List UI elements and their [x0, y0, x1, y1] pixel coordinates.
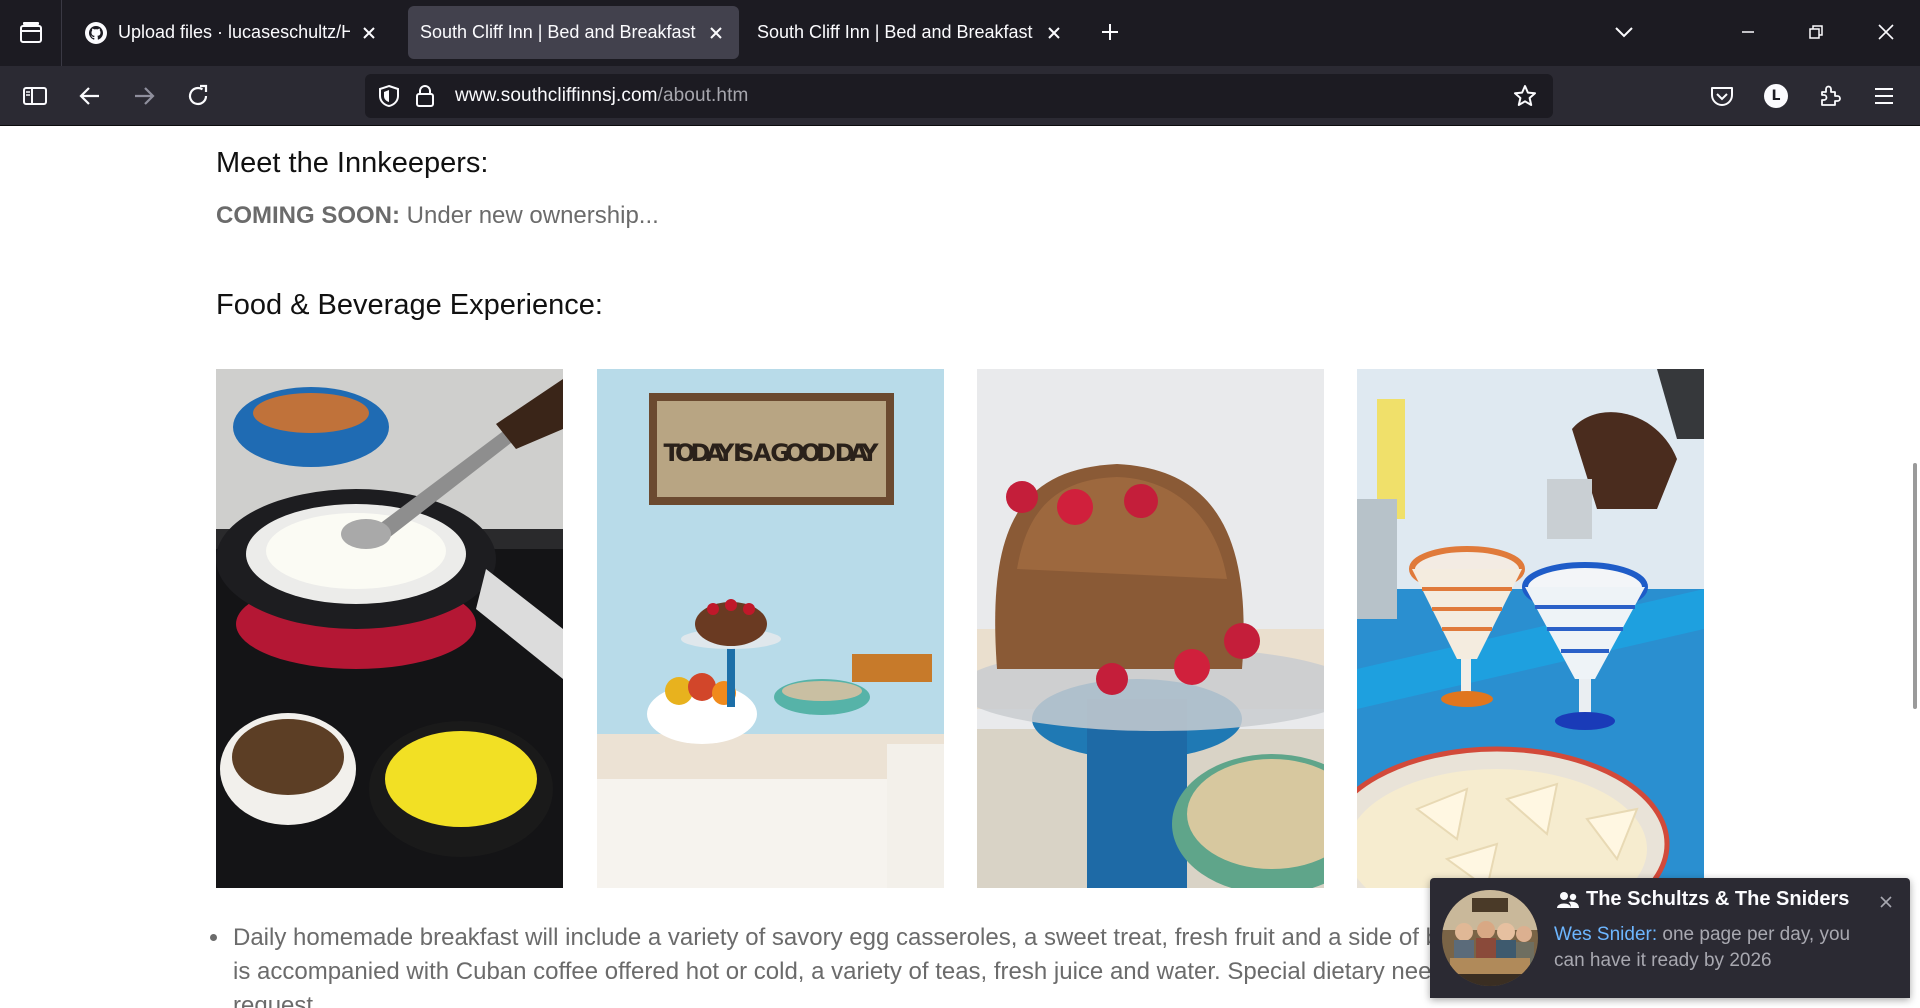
reload-icon — [188, 84, 208, 106]
coming-soon-body: Under new ownership... — [400, 202, 659, 229]
forward-button[interactable] — [126, 78, 162, 114]
close-icon — [1048, 26, 1060, 39]
close-window-button[interactable] — [1870, 16, 1902, 48]
navigation-toolbar: www.southcliffinnsj.com/about.htm L — [0, 66, 1920, 126]
firefox-view-icon — [19, 22, 42, 43]
sidebar-toggle-button[interactable] — [17, 78, 53, 114]
notification-title: The Schultzs & The Sniders — [1556, 888, 1849, 911]
minimize-button[interactable] — [1732, 16, 1764, 48]
close-icon — [710, 26, 722, 39]
firefox-view-button[interactable] — [0, 0, 62, 66]
extensions-button[interactable] — [1812, 78, 1848, 114]
url-text[interactable]: www.southcliffinnsj.com/about.htm — [455, 85, 748, 107]
new-tab-button[interactable] — [1094, 16, 1126, 48]
tab-title: South Cliff Inn | Bed and Breakfast | In… — [757, 22, 1035, 42]
minimize-icon — [1742, 31, 1754, 33]
account-button[interactable]: L — [1758, 78, 1794, 114]
food-beverage-heading: Food & Beverage Experience: — [216, 289, 603, 321]
plus-icon — [1102, 24, 1118, 40]
tab-south-cliff-active[interactable]: South Cliff Inn | Bed and Breakfast | In… — [408, 6, 739, 59]
bookmark-button[interactable] — [1507, 78, 1543, 114]
photo-good-day-sign: TODAY IS A GOOD DAY — [597, 369, 944, 888]
tab-github-upload[interactable]: Upload files · lucaseschultz/HTTP — [72, 6, 392, 59]
notification-sender: Wes Snider: — [1554, 924, 1658, 945]
coming-soon-label: COMING SOON: — [216, 202, 400, 229]
tab-south-cliff[interactable]: South Cliff Inn | Bed and Breakfast | In… — [745, 6, 1077, 59]
tab-title: South Cliff Inn | Bed and Breakfast | In… — [420, 22, 697, 42]
url-domain: www.southcliffinnsj.com — [455, 85, 658, 106]
tab-close-button[interactable] — [358, 22, 380, 44]
account-avatar: L — [1764, 84, 1788, 108]
photo-margaritas — [1357, 369, 1704, 888]
notification-message: Wes Snider: one page per day, you can ha… — [1554, 922, 1854, 974]
reload-button[interactable] — [180, 78, 216, 114]
restore-button[interactable] — [1800, 16, 1832, 48]
address-bar[interactable]: www.southcliffinnsj.com/about.htm — [365, 74, 1553, 118]
tab-close-button[interactable] — [1043, 22, 1065, 44]
back-button[interactable] — [72, 78, 108, 114]
arrow-right-icon — [135, 87, 155, 105]
lock-icon — [416, 85, 434, 107]
close-icon — [363, 26, 375, 39]
star-icon — [1514, 85, 1536, 106]
web-page-content: Meet the Innkeepers: COMING SOON: Under … — [0, 127, 1920, 1008]
photo-raspberry-cake — [977, 369, 1324, 888]
app-menu-button[interactable] — [1866, 78, 1902, 114]
bullet-line-3: request. — [233, 992, 320, 1008]
site-info-button[interactable] — [407, 74, 443, 118]
message-notification[interactable]: The Schultzs & The Sniders Wes Snider: o… — [1430, 878, 1910, 998]
group-avatar — [1442, 890, 1538, 986]
notification-group-name: The Schultzs & The Sniders — [1586, 888, 1850, 910]
tracking-protection-button[interactable] — [371, 74, 407, 118]
arrow-left-icon — [79, 87, 99, 105]
notification-close-button[interactable] — [1874, 890, 1898, 914]
puzzle-icon — [1821, 85, 1841, 106]
pocket-icon — [1711, 87, 1733, 106]
bullet-line-1: Daily homemade breakfast will include a … — [233, 924, 1439, 951]
tab-close-button[interactable] — [705, 22, 727, 44]
tab-title: Upload files · lucaseschultz/HTTP — [118, 22, 350, 42]
bullet-line-2: is accompanied with Cuban coffee offered… — [233, 958, 1432, 985]
scrollbar-thumb[interactable] — [1913, 463, 1917, 709]
close-icon — [1878, 24, 1894, 40]
sign-text: TODAY IS A GOOD DAY — [664, 439, 880, 467]
group-icon — [1557, 891, 1579, 908]
github-icon — [85, 21, 107, 44]
shield-icon — [379, 84, 399, 108]
hamburger-menu-icon — [1875, 88, 1893, 104]
restore-icon — [1809, 25, 1823, 39]
coming-soon-text: COMING SOON: Under new ownership... — [216, 202, 659, 230]
url-path: /about.htm — [657, 85, 749, 106]
chevron-down-icon — [1615, 27, 1633, 38]
list-all-tabs-button[interactable] — [1608, 16, 1640, 48]
pocket-button[interactable] — [1704, 78, 1740, 114]
sidebar-icon — [23, 87, 47, 105]
tab-bar: Upload files · lucaseschultz/HTTP South … — [0, 0, 1920, 66]
photo-cooking-eggs — [216, 369, 563, 888]
close-icon — [1880, 896, 1892, 908]
innkeepers-heading: Meet the Innkeepers: — [216, 147, 489, 179]
